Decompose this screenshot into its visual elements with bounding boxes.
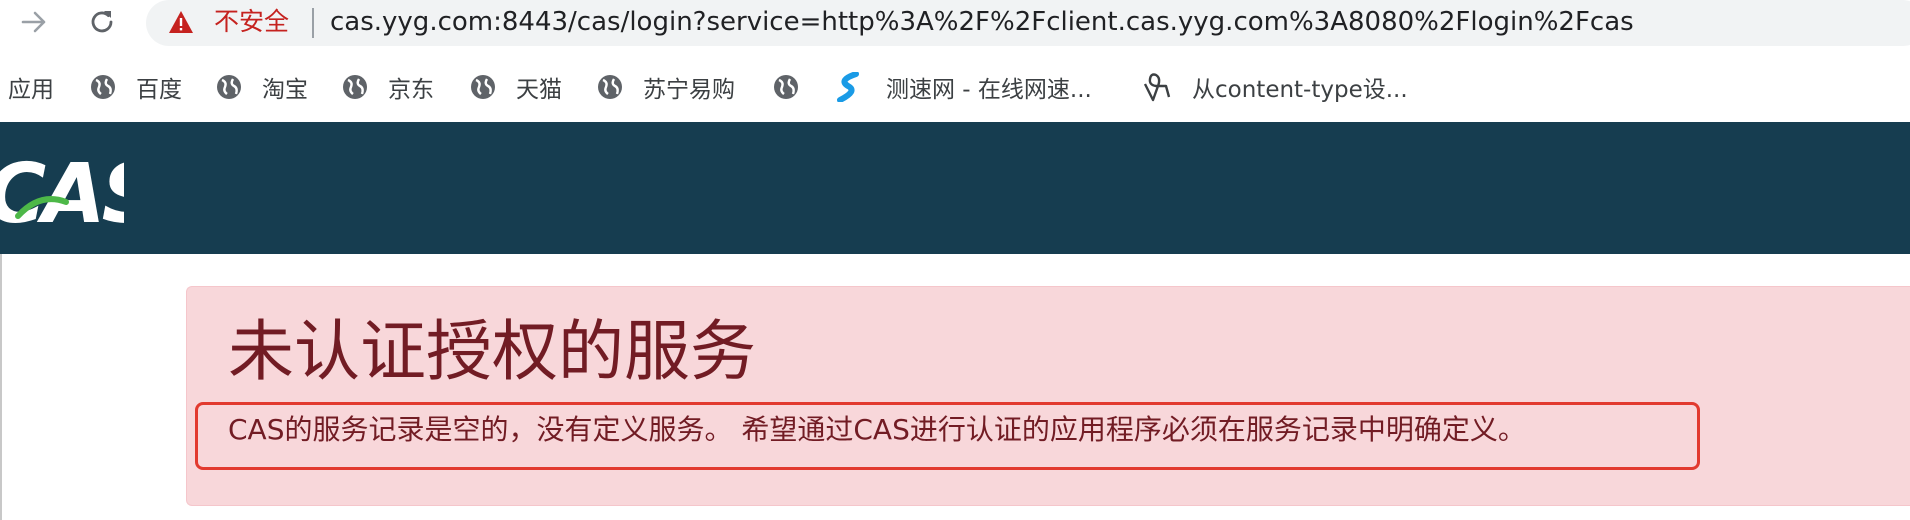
bookmark-label: 应用 [8, 77, 54, 103]
alert-title: 未认证授权的服务 [228, 313, 756, 390]
url-text[interactable]: cas.yyg.com:8443/cas/login?service=http%… [330, 4, 1634, 40]
address-separator [312, 8, 314, 38]
bookmark-item[interactable]: 淘宝 [216, 64, 308, 110]
bookmark-label: 苏宁易购 [643, 77, 735, 103]
bookmark-item[interactable] [773, 64, 819, 110]
bookmark-label: 京东 [388, 77, 434, 103]
speedtest-icon [837, 72, 859, 102]
warning-icon [169, 11, 193, 33]
bookmark-item[interactable]: 测速网 - 在线网速... [834, 64, 1092, 110]
bookmark-apps[interactable]: 应用 [8, 64, 54, 110]
bookmark-label: 百度 [136, 77, 182, 103]
bookmark-label: 天猫 [516, 77, 562, 103]
globe-icon [217, 75, 241, 99]
bookmark-item[interactable]: 苏宁易购 [597, 64, 735, 110]
page-icon [1143, 73, 1171, 102]
bookmarks-bar: 应用 百度 淘宝 京东 天猫 苏宁易购 测速网 - 在线网速... 从conte… [0, 64, 1910, 110]
bookmark-label: 测速网 - 在线网速... [886, 77, 1092, 103]
forward-button[interactable] [18, 6, 50, 38]
arrow-right-icon [21, 11, 46, 33]
security-status-label[interactable]: 不安全 [214, 4, 289, 40]
bookmark-item[interactable]: 百度 [90, 64, 182, 110]
bookmark-item[interactable]: 从content-type设... [1142, 64, 1408, 110]
message-highlight-box [195, 402, 1700, 470]
bookmark-label: 淘宝 [262, 77, 308, 103]
browser-toolbar: 不安全 cas.yyg.com:8443/cas/login?service=h… [0, 0, 1910, 46]
cas-logo: CAS [0, 147, 124, 232]
bookmark-item[interactable]: 京东 [342, 64, 434, 110]
globe-icon [774, 75, 798, 99]
bookmark-label: 从content-type设... [1192, 77, 1408, 103]
cas-header [0, 122, 1910, 254]
reload-button[interactable] [86, 6, 118, 38]
globe-icon [471, 75, 495, 99]
globe-icon [598, 75, 622, 99]
bookmark-item[interactable]: 天猫 [470, 64, 562, 110]
globe-icon [91, 75, 115, 99]
globe-icon [343, 75, 367, 99]
cas-logo-text: CAS [0, 147, 124, 232]
reload-icon [91, 11, 113, 33]
